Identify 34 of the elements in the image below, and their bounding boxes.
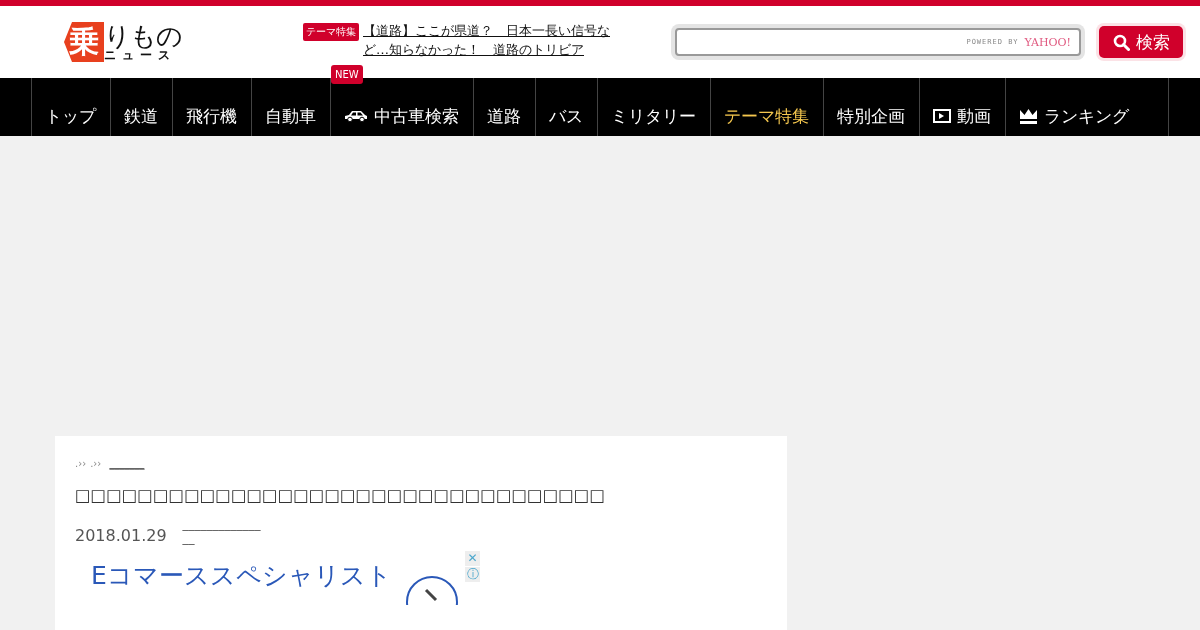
ad-banner[interactable]: Eコマーススペシャリスト ✕ ⓘ bbox=[75, 551, 480, 601]
nav-tab[interactable]: ランキング bbox=[1006, 78, 1143, 136]
video-icon bbox=[933, 109, 951, 123]
nav-tab[interactable]: 道路 bbox=[474, 78, 535, 136]
breadcrumb-link[interactable]: .›› bbox=[75, 458, 87, 469]
article-date: 2018.01.29 bbox=[75, 526, 167, 545]
nav-tab[interactable]: 飛行機 bbox=[173, 78, 251, 136]
search-icon bbox=[1112, 33, 1130, 51]
nav-tab[interactable]: 特別企画 bbox=[824, 78, 919, 136]
nav-tab[interactable]: 鉄道 bbox=[111, 78, 172, 136]
nav-tab[interactable]: 中古車検索 bbox=[331, 78, 473, 136]
new-badge: NEW bbox=[331, 65, 363, 84]
author-text: __ bbox=[182, 531, 196, 545]
breadcrumb-link[interactable]: .›› bbox=[90, 458, 102, 469]
nav-tab[interactable]: トップ bbox=[32, 78, 110, 136]
breadcrumb-link[interactable]: _______ bbox=[109, 458, 145, 469]
nav-tab[interactable]: ミリタリー bbox=[598, 78, 710, 136]
arrow-button-icon[interactable] bbox=[405, 575, 459, 605]
nav-tab[interactable]: 自動車 bbox=[252, 78, 330, 136]
logo-mark[interactable]: 乗 bbox=[64, 22, 104, 62]
nav-tab[interactable]: 動画 bbox=[920, 78, 1005, 136]
nav-tab[interactable]: バス bbox=[536, 78, 597, 136]
ad-title[interactable]: Eコマーススペシャリスト bbox=[91, 559, 392, 592]
author-text: _____________ bbox=[182, 517, 261, 531]
car-icon bbox=[344, 110, 368, 122]
nav-tab[interactable]: テーマ特集 bbox=[711, 78, 823, 136]
article-title: □□□□□□□□□□□□□□□□□□□□□□□□□□□□□□□□□□ bbox=[75, 485, 606, 507]
search-button[interactable]: 検索 bbox=[1099, 26, 1183, 58]
logo-text[interactable]: りもの bbox=[104, 23, 182, 49]
yahoo-logo: YAHOO! bbox=[1024, 35, 1071, 49]
headline-link[interactable]: 【道路】ここが県道？ 日本一長い信号など…知らなかった！ 道路のトリビア bbox=[363, 21, 625, 59]
logo-subtitle[interactable]: ニュース bbox=[104, 49, 182, 61]
theme-badge: テーマ特集 bbox=[303, 23, 359, 41]
crown-icon bbox=[1019, 108, 1038, 124]
